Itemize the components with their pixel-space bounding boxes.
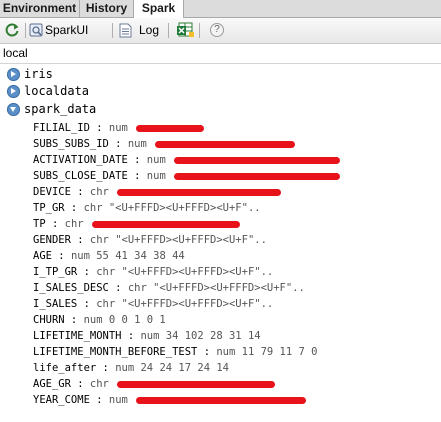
variable-type: chr "<U+FFFD><U+FFFD><U+F"..: [96, 298, 274, 310]
variable-row: AGE_GR : chr: [33, 376, 276, 393]
variable-row: CHURN : num 0 0 1 0 1: [33, 314, 166, 326]
variable-row: LIFETIME_MONTH_BEFORE_TEST : num 11 79 1…: [33, 346, 318, 358]
redaction-mark: [136, 124, 205, 132]
variable-row: I_SALES_DESC : chr "<U+FFFD><U+FFFD><U+F…: [33, 282, 305, 294]
variable-row: YEAR_COME : num: [33, 392, 307, 409]
refresh-icon[interactable]: [4, 22, 20, 41]
pane-tab-bar: Environment History Spark: [0, 0, 441, 18]
toolbar-separator: [25, 23, 26, 38]
redaction-mark: [91, 220, 240, 228]
variable-type: chr: [89, 378, 109, 390]
variable-type: chr "<U+FFFD><U+FFFD><U+F"..: [83, 202, 261, 214]
redaction-mark: [136, 396, 307, 404]
variable-row: AGE : num 55 41 34 38 44: [33, 250, 185, 262]
redaction-mark: [117, 188, 282, 196]
env-item-label: iris: [24, 67, 53, 81]
redaction-mark: [155, 140, 296, 148]
variable-type: chr "<U+FFFD><U+FFFD><U+F"..: [96, 266, 274, 278]
variable-type: chr "<U+FFFD><U+FFFD><U+F"..: [127, 282, 305, 294]
variable-name: CHURN: [33, 314, 65, 326]
variable-row: LIFETIME_MONTH : num 34 102 28 31 14: [33, 330, 261, 342]
variable-name: GENDER: [33, 234, 71, 246]
variable-row: FILIAL_ID : num: [33, 120, 205, 137]
variable-name: I_SALES_DESC: [33, 282, 109, 294]
variable-name: LIFETIME_MONTH_BEFORE_TEST: [33, 346, 198, 358]
env-item-label: localdata: [24, 84, 90, 98]
variable-row: TP_GR : chr "<U+FFFD><U+FFFD><U+F"..: [33, 202, 261, 214]
sparkui-icon[interactable]: [29, 23, 43, 40]
variable-row: ACTIVATION_DATE : num: [33, 152, 341, 169]
redaction-mark: [174, 156, 341, 164]
env-item-iris[interactable]: iris: [0, 66, 441, 83]
variable-name: SUBS_SUBS_ID: [33, 138, 109, 150]
variable-type: chr: [64, 218, 84, 230]
variable-row: life_after : num 24 24 17 24 14: [33, 362, 229, 374]
variable-row: DEVICE : chr: [33, 184, 282, 201]
variable-type: num 55 41 34 38 44: [70, 250, 185, 262]
excel-icon[interactable]: [176, 22, 194, 41]
expand-icon[interactable]: [7, 68, 20, 81]
variable-type: num: [108, 394, 128, 406]
env-item-spark-data[interactable]: spark_data: [0, 101, 441, 118]
variable-row: I_TP_GR : chr "<U+FFFD><U+FFFD><U+F"..: [33, 266, 274, 278]
variable-row: TP : chr: [33, 216, 240, 233]
toolbar-separator: [168, 23, 169, 38]
variable-type: num 0 0 1 0 1: [83, 314, 166, 326]
variable-name: TP: [33, 218, 46, 230]
tab-environment[interactable]: Environment: [0, 0, 80, 17]
variable-type: num: [146, 154, 166, 166]
variable-name: YEAR_COME: [33, 394, 90, 406]
log-icon[interactable]: [119, 23, 132, 41]
tab-history[interactable]: History: [80, 0, 134, 17]
variable-name: TP_GR: [33, 202, 65, 214]
variable-name: AGE_GR: [33, 378, 71, 390]
variable-name: ACTIVATION_DATE: [33, 154, 128, 166]
variable-name: LIFETIME_MONTH: [33, 330, 122, 342]
variable-type: num: [127, 138, 147, 150]
variable-type: num 34 102 28 31 14: [140, 330, 261, 342]
variable-row: SUBS_CLOSE_DATE : num: [33, 168, 341, 185]
location-label: local: [3, 46, 28, 60]
log-button[interactable]: Log: [139, 18, 159, 43]
variable-row: I_SALES : chr "<U+FFFD><U+FFFD><U+F"..: [33, 298, 274, 310]
variable-type: chr: [89, 186, 109, 198]
expand-icon[interactable]: [7, 85, 20, 98]
variable-name: I_SALES: [33, 298, 78, 310]
collapse-icon[interactable]: [7, 103, 20, 116]
help-label: ?: [210, 23, 224, 37]
variable-name: I_TP_GR: [33, 266, 78, 278]
variable-type: num: [108, 122, 128, 134]
variable-name: DEVICE: [33, 186, 71, 198]
variable-row: GENDER : chr "<U+FFFD><U+FFFD><U+F"..: [33, 234, 267, 246]
help-icon[interactable]: ?: [210, 23, 224, 37]
variable-type: chr "<U+FFFD><U+FFFD><U+F"..: [89, 234, 267, 246]
spark-toolbar: SparkUI Log ?: [0, 18, 441, 44]
toolbar-separator: [112, 23, 113, 38]
tab-spark[interactable]: Spark: [134, 0, 184, 18]
connection-location-bar: local: [0, 44, 441, 64]
variable-type: num 11 79 11 7 0: [216, 346, 318, 358]
env-item-localdata[interactable]: localdata: [0, 83, 441, 100]
variable-name: life_after: [33, 362, 97, 374]
variable-name: SUBS_CLOSE_DATE: [33, 170, 128, 182]
variable-name: FILIAL_ID: [33, 122, 90, 134]
redaction-mark: [174, 172, 341, 180]
variable-type: num 24 24 17 24 14: [115, 362, 229, 374]
variable-name: AGE: [33, 250, 52, 262]
sparkui-button[interactable]: SparkUI: [45, 18, 88, 43]
toolbar-separator: [199, 23, 200, 38]
env-item-label: spark_data: [24, 102, 97, 116]
redaction-mark: [117, 380, 276, 388]
variable-type: num: [146, 170, 166, 182]
variable-row: SUBS_SUBS_ID : num: [33, 136, 296, 153]
